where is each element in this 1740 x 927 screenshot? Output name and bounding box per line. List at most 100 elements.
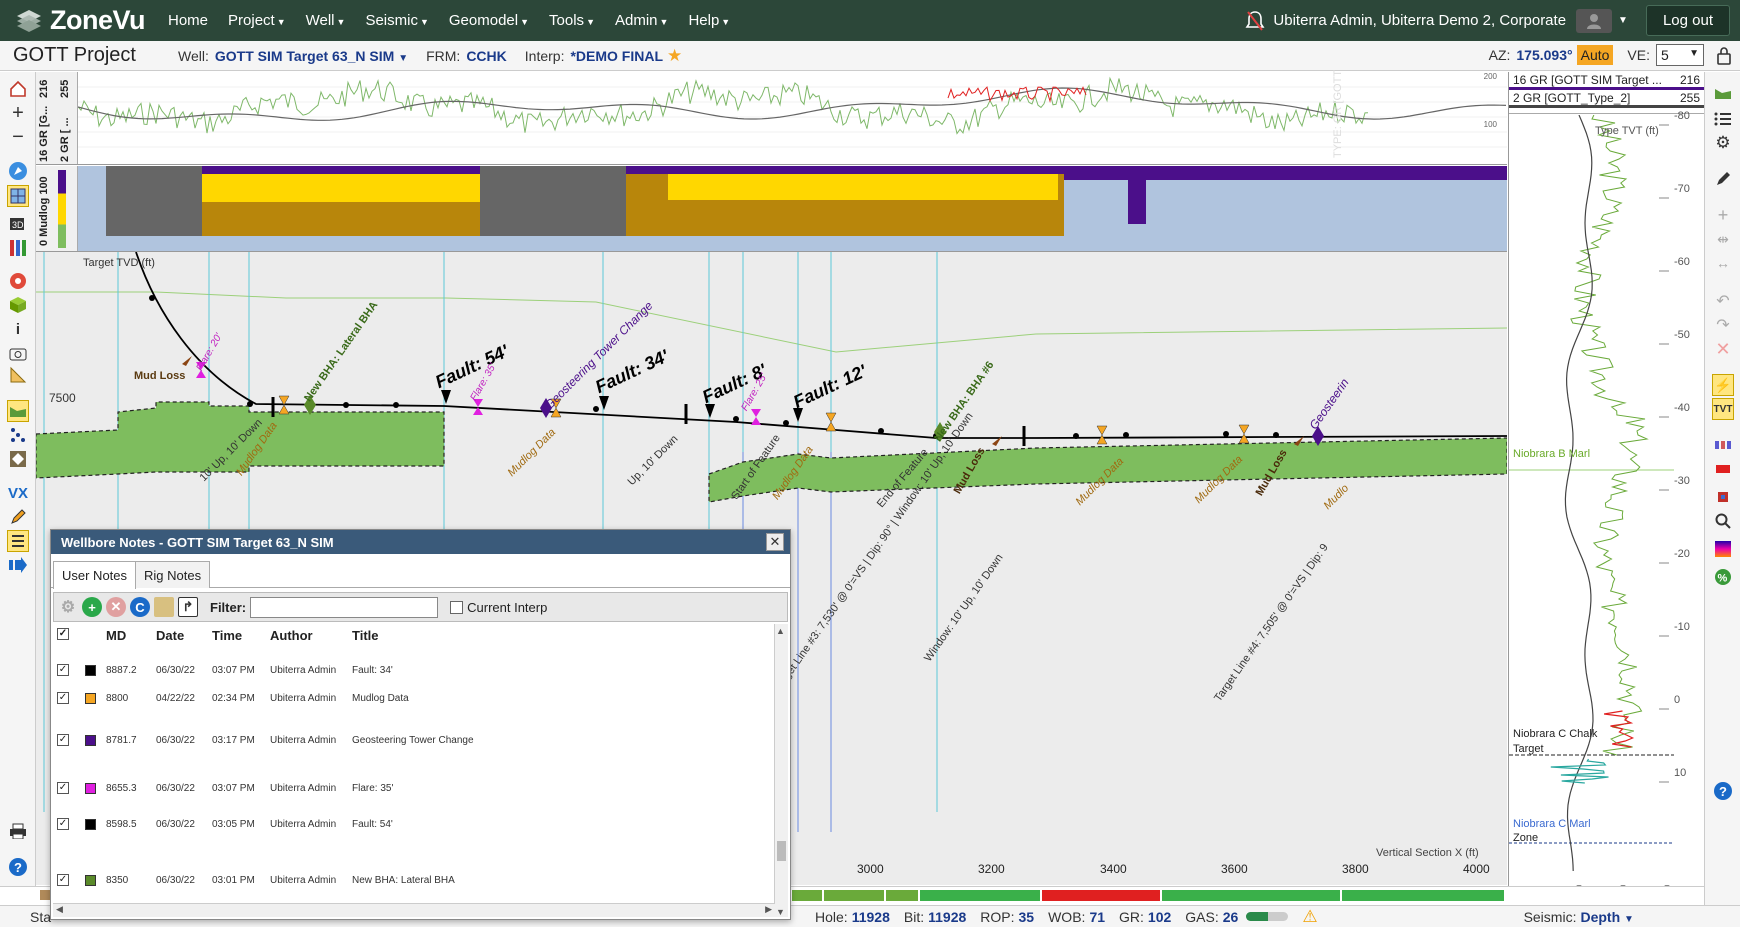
well-selector[interactable]: GOTT SIM Target 63_N SIM ▼	[215, 48, 408, 64]
clipboard-icon[interactable]	[154, 597, 174, 617]
row-checkbox[interactable]: ✓	[57, 692, 69, 704]
auto-button[interactable]: Auto	[1576, 45, 1614, 65]
warning-icon[interactable]: ⚠	[1302, 907, 1317, 927]
copy-icon[interactable]: C	[130, 597, 150, 617]
row-checkbox[interactable]: ✓	[57, 874, 69, 886]
nav-item-project[interactable]: Project ▼	[218, 12, 296, 29]
lock-icon[interactable]	[1716, 45, 1732, 65]
search-icon[interactable]	[1712, 510, 1734, 532]
gear-icon[interactable]: ⚙	[1712, 132, 1734, 154]
app-logo[interactable]: ZoneVu	[14, 5, 146, 36]
add-point-icon[interactable]: +	[1712, 204, 1734, 226]
share-icon[interactable]: ↱	[178, 597, 198, 617]
nav-item-well[interactable]: Well ▼	[296, 12, 356, 29]
grid-icon[interactable]	[7, 185, 29, 207]
interp-value[interactable]: *DEMO FINAL	[570, 48, 663, 64]
seismic-select[interactable]: Depth ▼	[1580, 909, 1633, 925]
table-row[interactable]: ✓ 8781.7 06/30/22 03:17 PM Ubiterra Admin Geo…	[53, 732, 775, 750]
help-icon[interactable]: ?	[7, 856, 29, 878]
gear-icon[interactable]: ⚙	[58, 597, 78, 617]
type-log-plot[interactable]	[1509, 115, 1704, 908]
tab-user-notes[interactable]: User Notes	[53, 561, 137, 589]
zoom-in-icon[interactable]: +	[7, 102, 29, 124]
scrollbar-thumb[interactable]	[777, 841, 786, 861]
dialog-title-bar[interactable]: Wellbore Notes - GOTT SIM Target 63_N SI…	[51, 530, 790, 554]
points-icon[interactable]	[7, 424, 29, 446]
delete-icon[interactable]: ✕	[1712, 338, 1734, 360]
select-all-checkbox[interactable]: ✓	[57, 628, 69, 640]
scroll-up-icon[interactable]: ▲	[776, 626, 785, 636]
vx-icon[interactable]: VX	[7, 482, 29, 504]
lightning-icon[interactable]: ⚡	[1712, 374, 1734, 396]
3d-view-icon[interactable]: 3D	[7, 212, 29, 234]
table-row[interactable]: ✓ 8887.2 06/30/22 03:07 PM Ubiterra Admin Fau…	[53, 662, 775, 680]
tab-rig-notes[interactable]: Rig Notes	[135, 561, 211, 588]
filter-input[interactable]	[250, 596, 439, 618]
gr-track-plot[interactable]	[78, 72, 1507, 164]
add-icon[interactable]: +	[82, 597, 102, 617]
mudlog-plot[interactable]	[78, 166, 1507, 251]
user-menu-caret-icon[interactable]: ▼	[1618, 15, 1628, 26]
print-icon[interactable]	[7, 820, 29, 842]
geosteer-tool-icon[interactable]	[1712, 82, 1734, 104]
info-icon[interactable]: i	[7, 318, 29, 340]
ruler-icon[interactable]	[7, 364, 29, 386]
type-log-row[interactable]: 2 GR [GOTT_Type_2] 255	[1509, 90, 1704, 108]
bars-icon[interactable]	[1712, 434, 1734, 456]
nav-item-help[interactable]: Help ▼	[678, 12, 740, 29]
nav-item-admin[interactable]: Admin ▼	[605, 12, 678, 29]
split-icon[interactable]: ⇹	[1712, 228, 1734, 250]
col-date[interactable]: Date	[156, 628, 184, 643]
scroll-down-icon[interactable]: ▼	[776, 907, 785, 917]
col-time[interactable]: Time	[212, 628, 242, 643]
table-row[interactable]: ✓ 8598.5 06/30/22 03:05 PM Ubiterra Admin Fau…	[53, 816, 775, 834]
pencil-icon[interactable]	[7, 506, 29, 528]
zoom-out-icon[interactable]: −	[7, 126, 29, 148]
delete-icon[interactable]: ✕	[106, 597, 126, 617]
nav-item-seismic[interactable]: Seismic ▼	[355, 12, 438, 29]
table-row[interactable]: ✓ 8350 06/30/22 03:01 PM Ubiterra Admin New B…	[53, 872, 775, 890]
percent-icon[interactable]: %	[1712, 566, 1734, 588]
close-icon[interactable]: ✕	[766, 533, 784, 551]
scroll-left-icon[interactable]: ◀	[56, 904, 63, 915]
flag-icon[interactable]	[1712, 486, 1734, 508]
table-row[interactable]: ✓ 8655.3 06/30/22 03:07 PM Ubiterra Admin Fla…	[53, 780, 775, 798]
row-checkbox[interactable]: ✓	[57, 664, 69, 676]
current-interp-checkbox[interactable]	[450, 600, 464, 614]
map-icon[interactable]	[7, 448, 29, 470]
star-icon[interactable]: ★	[667, 46, 682, 66]
scroll-right-icon[interactable]: ▶	[765, 904, 772, 915]
col-md[interactable]: MD	[106, 628, 126, 643]
logout-button[interactable]: Log out	[1645, 5, 1730, 36]
red-rect-icon[interactable]	[1712, 458, 1734, 480]
row-checkbox[interactable]: ✓	[57, 818, 69, 830]
notes-icon[interactable]	[7, 530, 29, 552]
list-icon[interactable]	[1712, 108, 1734, 130]
nav-item-geomodel[interactable]: Geomodel ▼	[439, 12, 539, 29]
frm-value[interactable]: CCHK	[466, 48, 506, 64]
compass-icon[interactable]	[7, 160, 29, 182]
target-icon[interactable]	[7, 270, 29, 292]
export-icon[interactable]	[7, 554, 29, 576]
avatar[interactable]	[1576, 8, 1613, 33]
notifications-off-icon[interactable]	[1245, 10, 1265, 32]
type-log-row[interactable]: 16 GR [GOTT SIM Target ... 216	[1509, 72, 1704, 90]
log-tracks-icon[interactable]	[7, 237, 29, 259]
row-checkbox[interactable]: ✓	[57, 782, 69, 794]
tvt-icon[interactable]: TVT	[1712, 398, 1734, 420]
col-title[interactable]: Title	[352, 628, 379, 643]
color-scale-icon[interactable]	[1712, 538, 1734, 560]
redo-icon[interactable]: ↷	[1712, 314, 1734, 336]
home-icon[interactable]	[7, 78, 29, 100]
table-row[interactable]: ✓ 8800 04/22/22 02:34 PM Ubiterra Admin Mudlo…	[53, 690, 775, 708]
cube-icon[interactable]	[7, 294, 29, 316]
horizontal-scrollbar[interactable]: ◀ ▶	[53, 903, 775, 917]
camera-icon[interactable]	[7, 342, 29, 364]
edit-icon[interactable]	[1712, 168, 1734, 190]
undo-icon[interactable]: ↶	[1712, 290, 1734, 312]
geosteer-icon[interactable]	[7, 400, 29, 422]
vertical-scrollbar[interactable]: ▲ ▼	[774, 624, 788, 917]
row-checkbox[interactable]: ✓	[57, 734, 69, 746]
nav-item-home[interactable]: Home	[158, 12, 218, 29]
stretch-icon[interactable]: ↔	[1712, 252, 1734, 274]
